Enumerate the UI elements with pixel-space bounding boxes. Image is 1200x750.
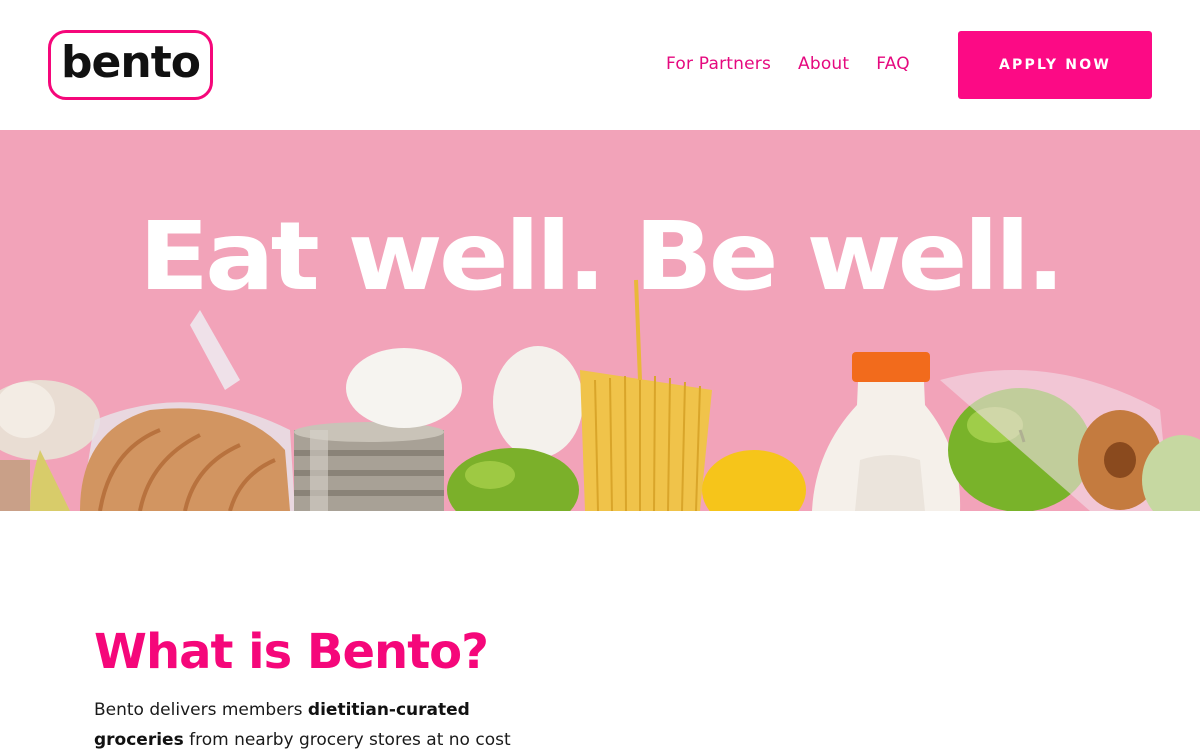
nav-link-for-partners[interactable]: For Partners <box>666 54 771 74</box>
section-body: Bento delivers members dietitian-curated… <box>94 695 554 750</box>
lemon-image <box>702 450 806 511</box>
body-text: Bento delivers members <box>94 700 308 720</box>
tin-can-image <box>294 422 444 511</box>
nav-link-faq[interactable]: FAQ <box>876 54 910 74</box>
spaghetti-image <box>580 279 712 511</box>
nav-link-about[interactable]: About <box>798 54 849 74</box>
bread-image <box>80 310 295 511</box>
main-nav: For Partners About FAQ <box>666 54 910 74</box>
groceries-hero-image <box>0 279 1200 511</box>
body-text: from nearby grocery stores at no cost <box>183 730 511 750</box>
egg-image <box>346 348 462 428</box>
hero-title: Eat well. Be well. <box>138 201 1066 313</box>
body-text-bold: groceries <box>94 730 184 750</box>
body-text-bold: dietitian-curated <box>307 700 470 720</box>
green-apple-image <box>447 448 579 511</box>
logo-text: bento <box>61 37 201 88</box>
hero-banner: Eat well. Be well. <box>0 130 1200 511</box>
egg-image <box>493 346 583 458</box>
bento-logo[interactable]: bento <box>48 30 213 100</box>
site-header: bento For Partners About FAQ APPLY NOW <box>0 0 1200 130</box>
milk-bottle-image <box>812 352 961 511</box>
apply-now-button[interactable]: APPLY NOW <box>958 31 1152 99</box>
section-title: What is Bento? <box>94 624 489 680</box>
